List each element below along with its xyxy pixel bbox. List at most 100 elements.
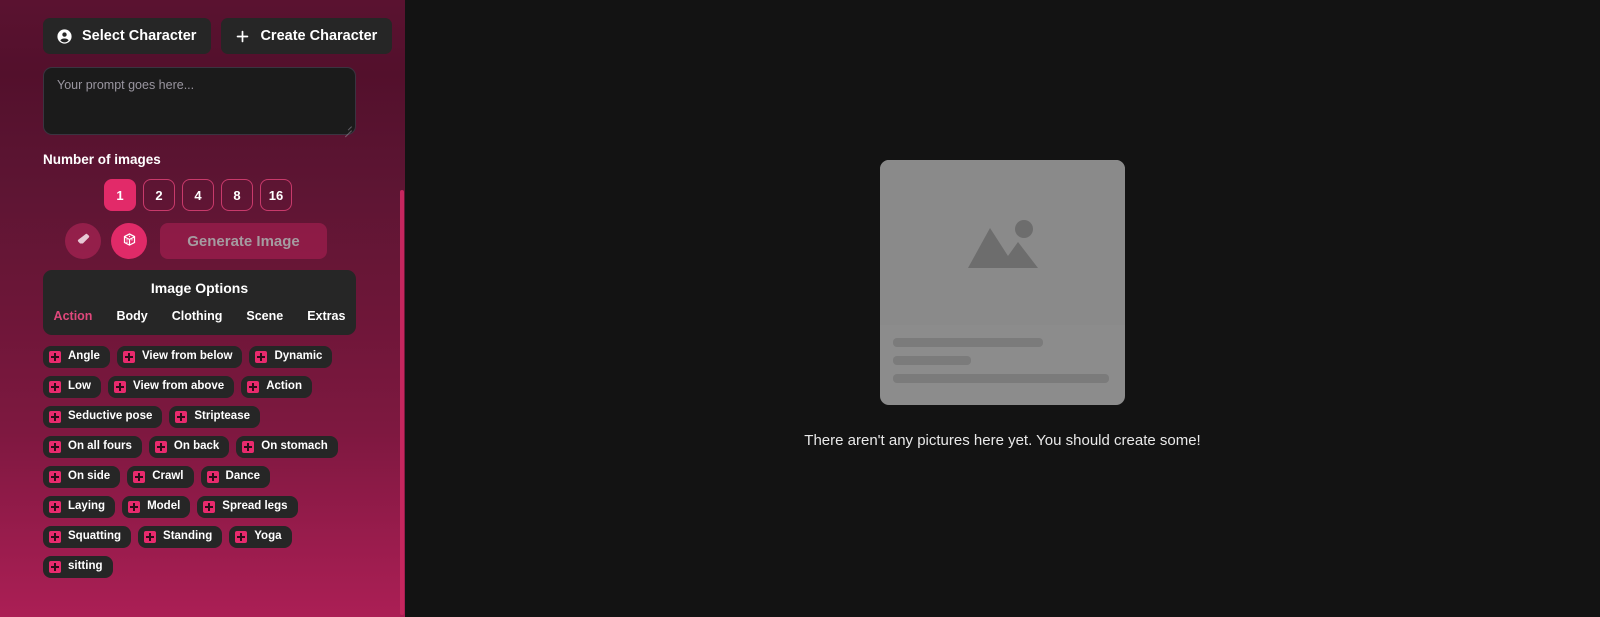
select-character-label: Select Character <box>82 28 197 44</box>
count-option-4[interactable]: 4 <box>182 179 214 211</box>
tab-body[interactable]: Body <box>104 309 159 323</box>
plus-icon <box>175 411 188 423</box>
option-tag-label: Angle <box>68 350 100 363</box>
option-tag[interactable]: View from above <box>108 376 235 398</box>
sidebar-scrollbar[interactable] <box>397 0 405 617</box>
image-placeholder-card <box>880 160 1125 405</box>
option-tag[interactable]: On all fours <box>43 436 142 458</box>
option-tag-label: View from above <box>133 380 225 393</box>
tab-extras[interactable]: Extras <box>295 309 357 323</box>
plus-icon <box>49 411 61 423</box>
select-character-button[interactable]: Select Character <box>43 18 212 54</box>
plus-icon <box>49 381 61 393</box>
option-tag-label: Seductive pose <box>68 410 153 423</box>
placeholder-text-bars <box>880 325 1125 405</box>
app-root: Select Character Create Character Your p… <box>0 0 1600 617</box>
generation-actions-row: Generate Image <box>0 223 405 259</box>
plus-icon <box>247 381 260 393</box>
option-tag[interactable]: Crawl <box>127 466 194 488</box>
option-tag[interactable]: Yoga <box>229 526 292 548</box>
option-tag-row: On all fours On back On stomach <box>43 436 362 458</box>
create-character-label: Create Character <box>260 28 378 44</box>
option-tag-label: On all fours <box>68 440 132 453</box>
option-tag[interactable]: Action <box>241 376 312 398</box>
plus-icon <box>144 531 157 543</box>
option-tag-label: View from below <box>141 350 233 363</box>
option-tag-label: On back <box>173 440 220 453</box>
option-tag[interactable]: Laying <box>43 496 116 518</box>
option-tag[interactable]: On stomach <box>236 436 338 458</box>
plus-icon <box>206 471 219 483</box>
option-tag-row: sitting <box>43 556 362 578</box>
resize-handle-icon[interactable] <box>342 122 352 138</box>
plus-icon <box>114 381 126 393</box>
image-options-panel: Image Options Action Body Clothing Scene… <box>43 270 356 335</box>
option-tag-label: Squatting <box>68 530 122 543</box>
prompt-section: Your prompt goes here... <box>0 67 405 138</box>
tab-action[interactable]: Action <box>42 309 105 323</box>
option-tag-label: Standing <box>163 530 213 543</box>
plus-icon <box>242 441 255 453</box>
option-tag-row: Low View from above Action <box>43 376 362 398</box>
skeleton-bar <box>893 374 1109 383</box>
option-tag-row: Laying Model Spread legs <box>43 496 362 518</box>
plus-icon <box>49 471 61 483</box>
prompt-placeholder: Your prompt goes here... <box>57 78 195 92</box>
plus-icon <box>49 351 61 363</box>
option-tag-label: Dynamic <box>274 350 323 363</box>
plus-icon <box>49 561 61 573</box>
tab-clothing[interactable]: Clothing <box>160 309 235 323</box>
option-tag[interactable]: On side <box>43 466 121 488</box>
randomize-button[interactable] <box>111 223 147 259</box>
create-character-button[interactable]: Create Character <box>221 18 393 54</box>
option-tag-row: Squatting Standing Yoga <box>43 526 362 548</box>
option-tag[interactable]: Dynamic <box>249 346 333 368</box>
image-options-title: Image Options <box>150 280 249 296</box>
option-tag[interactable]: Spread legs <box>197 496 298 518</box>
option-tag[interactable]: Angle <box>43 346 110 368</box>
gallery-pane: There aren't any pictures here yet. You … <box>405 0 1600 617</box>
prompt-textarea[interactable]: Your prompt goes here... <box>43 67 356 138</box>
image-options-tabs: Action Body Clothing Scene Extras <box>43 308 356 329</box>
skeleton-bar <box>893 338 1043 347</box>
option-tag[interactable]: Standing <box>138 526 223 548</box>
option-tag[interactable]: Seductive pose <box>43 406 163 428</box>
option-tag-label: Low <box>68 380 91 393</box>
count-option-8[interactable]: 8 <box>221 179 253 211</box>
option-tag-label: Laying <box>68 500 106 513</box>
tab-scene[interactable]: Scene <box>234 309 295 323</box>
option-tag[interactable]: Dance <box>200 466 271 488</box>
count-option-1[interactable]: 1 <box>104 179 136 211</box>
plus-icon <box>49 501 61 513</box>
account-circle-icon <box>56 28 73 45</box>
plus-icon <box>128 501 141 513</box>
option-tag[interactable]: View from below <box>116 346 243 368</box>
sidebar-scrollbar-thumb[interactable] <box>400 190 404 615</box>
option-tag-label: Yoga <box>254 530 282 543</box>
generate-image-button[interactable]: Generate Image <box>160 223 327 259</box>
option-tag-label: sitting <box>68 560 103 573</box>
option-tag[interactable]: Squatting <box>43 526 132 548</box>
dice-icon <box>122 232 137 250</box>
option-tag[interactable]: sitting <box>43 556 113 578</box>
eraser-icon <box>76 232 91 250</box>
option-tag[interactable]: Model <box>122 496 191 518</box>
count-option-16[interactable]: 16 <box>260 179 292 211</box>
sidebar-content: Select Character Create Character Your p… <box>0 0 405 604</box>
option-tag-row: On side Crawl Dance <box>43 466 362 488</box>
option-tag-row: Angle View from below Dynamic <box>43 346 362 368</box>
option-tag[interactable]: Low <box>43 376 101 398</box>
option-tag-label: Model <box>147 500 181 513</box>
option-tag-label: On side <box>68 470 111 483</box>
option-tag[interactable]: Striptease <box>169 406 260 428</box>
count-option-2[interactable]: 2 <box>143 179 175 211</box>
clear-prompt-button[interactable] <box>65 223 101 259</box>
plus-icon <box>49 441 61 453</box>
option-tag-label: Striptease <box>194 410 250 423</box>
option-tag[interactable]: On back <box>148 436 230 458</box>
character-buttons-row: Select Character Create Character <box>0 18 405 54</box>
number-of-images-group: 1 2 4 8 16 <box>0 179 405 211</box>
option-tag-label: Dance <box>225 470 261 483</box>
image-placeholder-icon <box>880 160 1125 325</box>
plus-icon <box>49 531 61 543</box>
